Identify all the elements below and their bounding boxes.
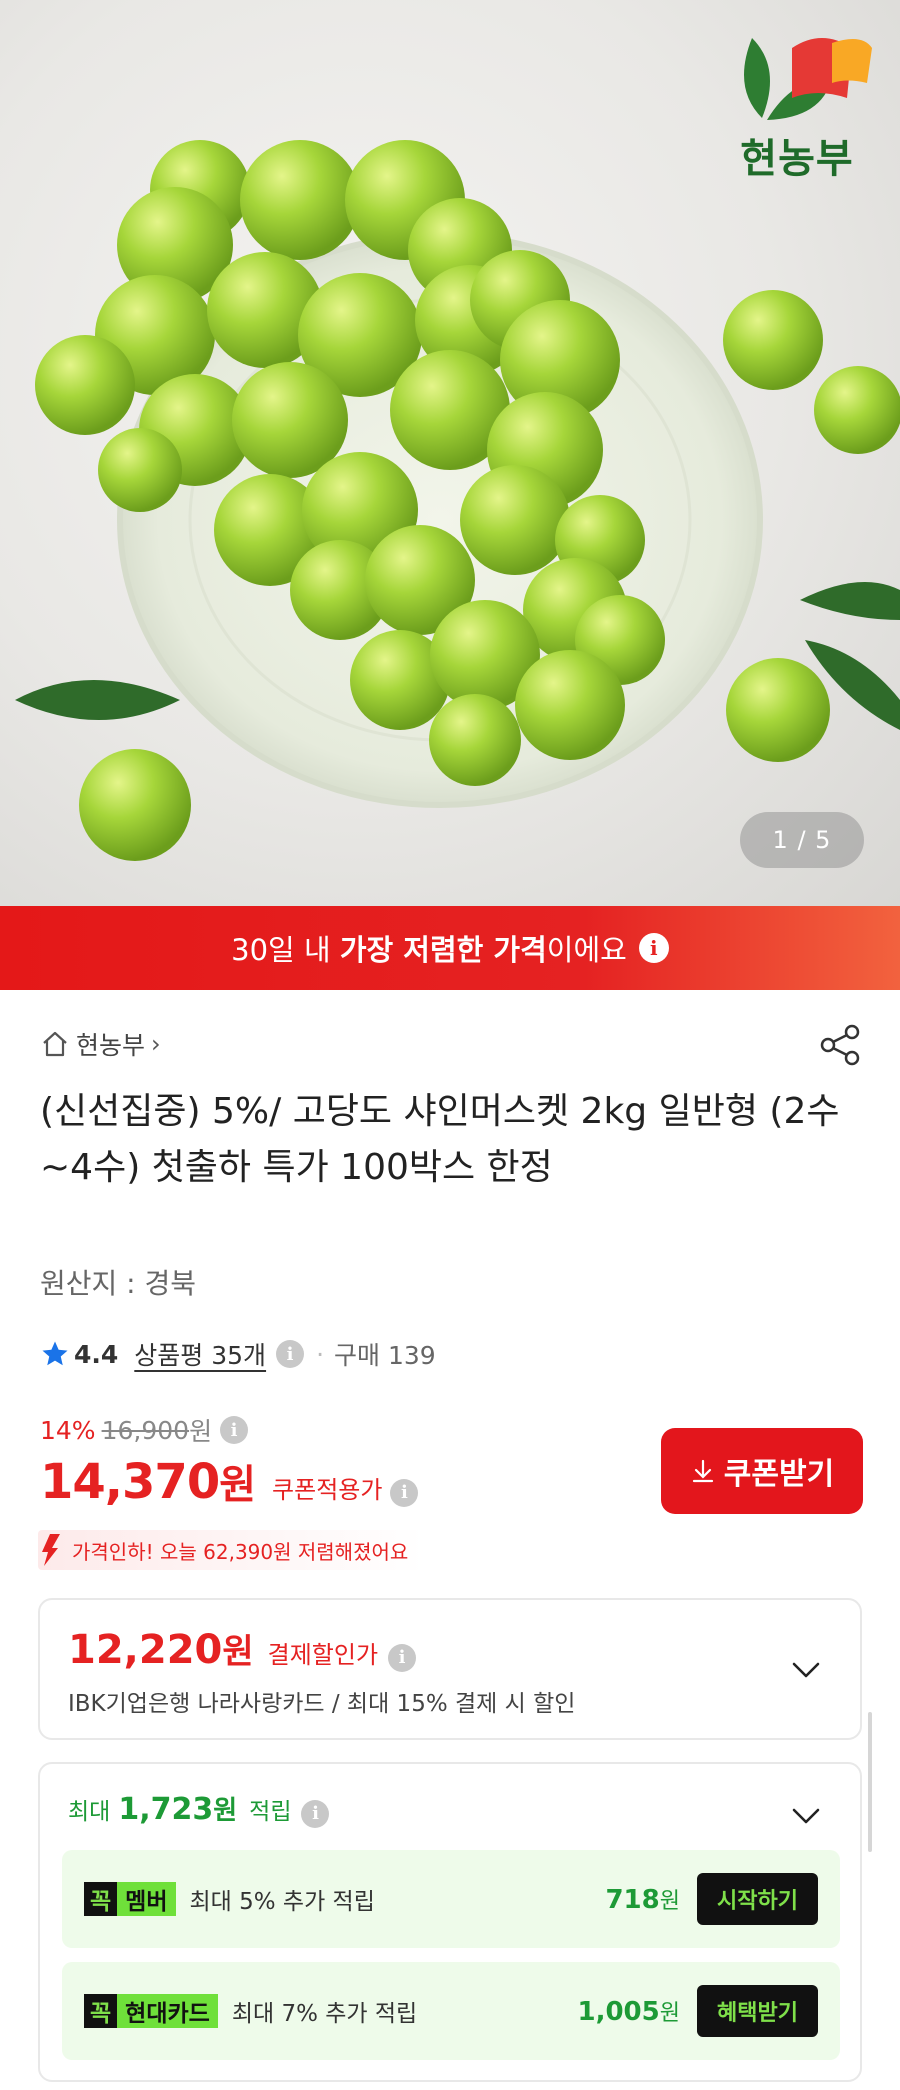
reward-item-card: 꼭 현대카드 최대 7% 추가 적립 1,005원 혜택받기 <box>62 1962 840 2060</box>
store-name: 현농부 <box>76 1031 146 1060</box>
image-counter: 1 / 5 <box>740 812 864 868</box>
rewards-amount: 1,723 <box>118 1792 214 1827</box>
reward-amount-unit: 원 <box>659 1889 680 1914</box>
separator: · <box>316 1339 325 1369</box>
get-coupon-label: 쿠폰받기 <box>723 1458 835 1491</box>
sale-price: 14,370 <box>40 1454 220 1510</box>
discount-percent: 14% <box>40 1415 96 1445</box>
info-icon[interactable]: i <box>276 1340 305 1368</box>
info-icon[interactable]: i <box>301 1799 330 1828</box>
purchase-count: 구매 139 <box>334 1341 436 1370</box>
badge-name: 현대카드 <box>117 1994 218 2028</box>
download-icon <box>692 1459 713 1483</box>
rating-row: 4.4 상품평 35개 i · 구매 139 <box>40 1334 436 1374</box>
brand-logo-icon <box>744 38 872 120</box>
info-icon[interactable]: i <box>638 933 669 963</box>
badge-name: 멤버 <box>117 1882 176 1916</box>
coupon-price-label: 쿠폰적용가 <box>272 1476 383 1504</box>
sale-price-unit: 원 <box>219 1462 257 1508</box>
get-benefit-button[interactable]: 혜택받기 <box>697 1985 818 2037</box>
payment-discount-card[interactable]: 12,220 원 결제할인가 i IBK기업은행 나라사랑카드 / 최대 15%… <box>38 1598 862 1740</box>
price-drop-notice: 가격인하! 오늘 62,390원 저렴해졌어요 <box>38 1530 425 1570</box>
original-price-unit: 원 <box>189 1417 213 1446</box>
banner-text-bold: 가장 저렴한 가격 <box>339 933 547 967</box>
brand-logo-text: 현농부 <box>740 136 854 182</box>
reviews-link[interactable]: 상품평 35개 <box>134 1336 266 1372</box>
member-badge: 꼭 멤버 <box>84 1882 176 1916</box>
product-image[interactable]: 현농부 1 / 5 <box>0 0 900 906</box>
star-icon <box>42 1341 68 1366</box>
reward-amount-unit: 원 <box>659 2001 680 2026</box>
banner-text-pre: 30일 내 <box>231 933 340 967</box>
lowest-price-banner[interactable]: 30일 내 가장 저렴한 가격 이에요 i <box>0 906 900 990</box>
rewards-suffix: 적립 <box>249 1799 292 1825</box>
reward-amount-value: 1,005 <box>577 1997 660 2027</box>
reward-description: 최대 5% 추가 적립 <box>189 1889 375 1915</box>
rewards-prefix: 최대 <box>68 1799 111 1825</box>
original-price: 16,900 <box>101 1415 190 1445</box>
chevron-right-icon: › <box>151 1030 161 1058</box>
start-membership-button[interactable]: 시작하기 <box>697 1873 818 1925</box>
chevron-down-icon[interactable] <box>788 1652 824 1688</box>
payment-discount-unit: 원 <box>222 1632 254 1672</box>
rewards-header: 최대 1,723 원 적립 i <box>68 1790 330 1828</box>
brand-logo: 현농부 <box>722 28 872 188</box>
card-badge: 꼭 현대카드 <box>84 1994 218 2028</box>
info-icon[interactable]: i <box>390 1478 419 1507</box>
reward-item-member: 꼭 멤버 최대 5% 추가 적립 718원 시작하기 <box>62 1850 840 1948</box>
rewards-unit: 원 <box>213 1796 238 1826</box>
reward-amount: 718원 <box>605 1883 680 1915</box>
rating-score: 4.4 <box>74 1339 119 1369</box>
product-title: (신선집중) 5%/ 고당도 샤인머스켓 2kg 일반형 (2수~4수) 첫출하… <box>40 1091 840 1188</box>
sale-price-row: 14,370 원 쿠폰적용가 i <box>40 1452 419 1518</box>
store-link[interactable]: 현농부 › <box>40 1024 161 1064</box>
reward-description: 최대 7% 추가 적립 <box>231 2001 418 2027</box>
info-icon[interactable]: i <box>388 1643 417 1672</box>
payment-discount-price-row: 12,220 원 결제할인가 i <box>68 1624 417 1673</box>
badge-prefix: 꼭 <box>84 1882 118 1916</box>
share-icon[interactable] <box>818 1022 864 1068</box>
rewards-card: 최대 1,723 원 적립 i 꼭 멤버 최대 5% 추가 적립 718원 시작… <box>38 1762 862 2082</box>
info-icon[interactable]: i <box>220 1416 249 1444</box>
reward-amount-value: 718 <box>605 1885 660 1915</box>
payment-discount-label: 결제할인가 <box>267 1641 379 1669</box>
payment-discount-price: 12,220 <box>68 1627 223 1673</box>
price-drop-arrow-icon <box>42 1534 60 1566</box>
get-coupon-button[interactable]: 쿠폰받기 <box>661 1428 863 1514</box>
product-origin: 원산지 : 경북 <box>40 1267 197 1300</box>
chevron-down-icon[interactable] <box>788 1798 824 1834</box>
home-icon <box>43 1031 67 1057</box>
payment-discount-description: IBK기업은행 나라사랑카드 / 최대 15% 결제 시 할인 <box>68 1691 576 1717</box>
badge-prefix: 꼭 <box>84 1994 118 2028</box>
reward-amount: 1,005원 <box>578 1995 681 2027</box>
scrollbar[interactable] <box>868 1712 872 1852</box>
banner-text-post: 이에요 <box>546 933 627 967</box>
price-drop-text: 가격인하! 오늘 62,390원 저렴해졌어요 <box>72 1539 409 1564</box>
original-price-row: 14% 16,900 원 i <box>40 1412 249 1448</box>
